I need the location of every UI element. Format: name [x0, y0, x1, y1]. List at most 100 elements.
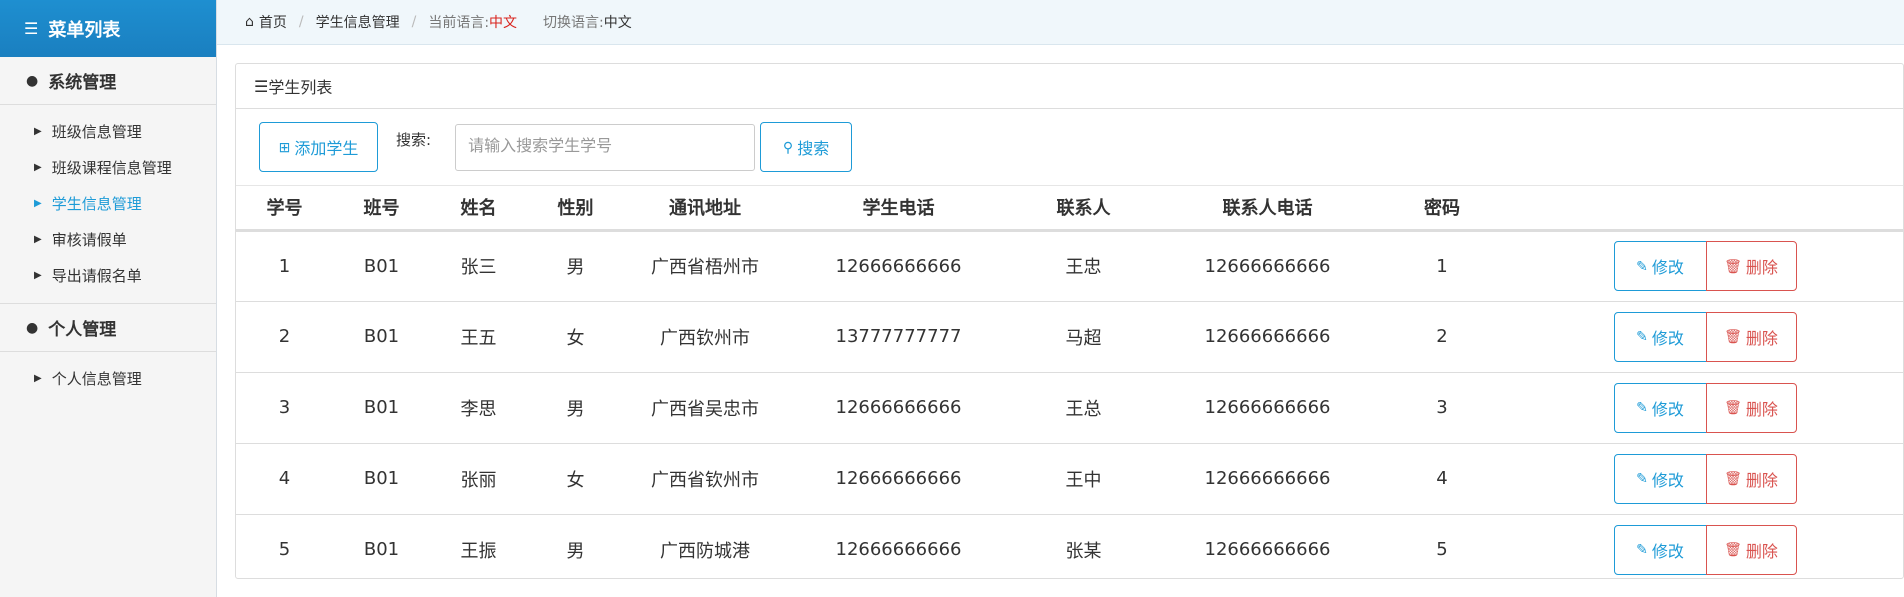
group-personal[interactable]: ● 个人管理	[0, 304, 216, 352]
header-contact-phone: 联系人电话	[1222, 198, 1313, 220]
cell-contact-phone: 12666666666	[1156, 513, 1379, 585]
cell-gender: 男	[527, 229, 624, 301]
edit-button[interactable]: ✎ 修改	[1613, 241, 1707, 291]
trash-icon: 🗑	[1724, 470, 1742, 486]
cell-address: 广西省吴忠市	[624, 371, 786, 443]
sidebar: ☰ 菜单列表 ● 系统管理 ▶ 班级信息管理 ▶ 班级课程信息管理 ▶ 学生信息…	[0, 0, 217, 597]
cell-password: 3	[1379, 371, 1505, 443]
user-icon: ●	[26, 72, 39, 89]
cell-phone: 12666666666	[786, 442, 1011, 514]
plus-square-icon: ⊞	[278, 138, 291, 155]
table-row: 4 B01 张丽 女 广西省钦州市 12666666666 王中 1266666…	[236, 442, 1904, 514]
edit-icon: ✎	[1636, 470, 1648, 486]
header-phone: 学生电话	[862, 198, 935, 220]
edit-icon: ✎	[1636, 399, 1648, 415]
cell-id: 1	[236, 229, 333, 301]
cell-name: 王五	[430, 300, 527, 372]
edit-button[interactable]: ✎ 修改	[1613, 524, 1707, 575]
cell-class: B01	[333, 442, 430, 514]
caret-right-icon: ▶	[34, 372, 42, 384]
cell-id: 3	[236, 371, 333, 443]
breadcrumb-separator: /	[298, 14, 304, 30]
user-icon: ●	[26, 319, 39, 336]
header-address: 通讯地址	[669, 198, 741, 220]
delete-button[interactable]: 🗑 删除	[1705, 241, 1797, 291]
cell-actions: ✎ 修改 🗑 删除	[1505, 229, 1904, 301]
table-row: 2 B01 王五 女 广西钦州市 13777777777 马超 12666666…	[236, 300, 1904, 372]
caret-right-icon: ▶	[34, 269, 42, 281]
cell-address: 广西省钦州市	[624, 442, 786, 514]
sidebar-item-label: 个人信息管理	[51, 369, 142, 388]
cell-address: 广西省梧州市	[624, 229, 786, 301]
cell-id: 2	[236, 300, 333, 372]
group-personal-title: 个人管理	[48, 320, 117, 340]
header-gender: 性别	[557, 198, 594, 220]
cell-gender: 女	[527, 300, 624, 372]
cell-id: 5	[236, 513, 333, 585]
group-personal-items: ▶ 个人信息管理	[0, 352, 216, 406]
list-icon: ☰	[24, 19, 39, 38]
cell-gender: 女	[527, 442, 624, 514]
cell-contact-phone: 12666666666	[1156, 371, 1379, 443]
edit-button[interactable]: ✎ 修改	[1613, 453, 1707, 504]
cell-class: B01	[333, 229, 430, 301]
cell-contact-phone: 12666666666	[1156, 442, 1379, 514]
delete-button[interactable]: 🗑 删除	[1705, 453, 1797, 504]
cell-actions: ✎ 修改 🗑 删除	[1505, 371, 1904, 443]
lang-value: 中文	[489, 15, 518, 31]
student-list-panel: ☰ 学生列表 ⊞ 添加学生 搜索: ⚲ 搜索	[235, 63, 1904, 585]
switch-lang-value[interactable]: 中文	[604, 12, 632, 32]
breadcrumb-separator: /	[411, 14, 417, 30]
group-system[interactable]: ● 系统管理	[0, 57, 216, 105]
group-system-items: ▶ 班级信息管理 ▶ 班级课程信息管理 ▶ 学生信息管理 ▶ 审核请假单 ▶ 导…	[0, 105, 216, 304]
add-student-label: 添加学生	[294, 141, 359, 158]
sidebar-item-personal-info[interactable]: ▶ 个人信息管理	[0, 360, 216, 396]
cell-contact-phone: 12666666666	[1156, 229, 1379, 301]
sidebar-item-export-leave[interactable]: ▶ 导出请假名单	[0, 257, 216, 293]
cell-contact: 马超	[1011, 300, 1156, 372]
cell-gender: 男	[527, 371, 624, 443]
trash-icon: 🗑	[1724, 541, 1742, 558]
caret-right-icon: ▶	[34, 161, 42, 173]
switch-lang-label: 切换语言:	[543, 15, 604, 31]
edit-icon: ✎	[1636, 328, 1648, 344]
cell-contact: 张某	[1011, 513, 1156, 585]
edit-button[interactable]: ✎ 修改	[1613, 382, 1707, 433]
cell-contact: 王中	[1011, 442, 1156, 514]
delete-button[interactable]: 🗑 删除	[1705, 382, 1797, 433]
edit-icon: ✎	[1636, 541, 1648, 558]
cell-name: 张丽	[430, 442, 527, 514]
sidebar-item-review-leave[interactable]: ▶ 审核请假单	[0, 221, 216, 257]
sidebar-item-label: 导出请假名单	[51, 266, 142, 285]
cell-id: 4	[236, 442, 333, 514]
cell-address: 广西防城港	[624, 513, 786, 585]
table-row: 1 B01 张三 男 广西省梧州市 12666666666 王忠 1266666…	[236, 229, 1904, 301]
cell-class: B01	[333, 513, 430, 585]
search-input[interactable]	[455, 123, 756, 171]
cell-gender: 男	[527, 513, 624, 585]
trash-icon: 🗑	[1724, 328, 1742, 344]
panel-heading: ☰ 学生列表	[236, 64, 1903, 109]
cell-phone: 12666666666	[786, 513, 1011, 585]
sidebar-item-student-info[interactable]: ▶ 学生信息管理	[0, 185, 216, 221]
cell-name: 王振	[430, 513, 527, 585]
add-student-button[interactable]: ⊞ 添加学生	[259, 122, 378, 172]
search-button[interactable]: ⚲ 搜索	[760, 122, 853, 172]
sidebar-item-label: 学生信息管理	[51, 194, 142, 213]
delete-button[interactable]: 🗑 删除	[1705, 524, 1797, 575]
edit-button[interactable]: ✎ 修改	[1613, 311, 1707, 362]
cell-password: 2	[1379, 300, 1505, 372]
breadcrumb-home[interactable]: 首页	[259, 12, 287, 32]
cell-actions: ✎ 修改 🗑 删除	[1505, 300, 1904, 372]
sidebar-item-class-info[interactable]: ▶ 班级信息管理	[0, 113, 216, 149]
group-system-title: 系统管理	[48, 73, 117, 93]
cell-contact-phone: 12666666666	[1156, 300, 1379, 372]
cell-address: 广西钦州市	[624, 300, 786, 372]
sidebar-item-class-course[interactable]: ▶ 班级课程信息管理	[0, 149, 216, 185]
lang-label: 当前语言:	[428, 15, 490, 31]
cell-actions: ✎ 修改 🗑 删除	[1505, 442, 1904, 514]
cell-contact: 王忠	[1011, 229, 1156, 301]
delete-button[interactable]: 🗑 删除	[1705, 311, 1797, 362]
main-content: ⌂ 首页 / 学生信息管理 / 当前语言: 中文 切换语言: 中文 ☰ 学生列表…	[217, 0, 1904, 597]
table-row: 5 B01 王振 男 广西防城港 12666666666 张某 12666666…	[236, 513, 1904, 585]
